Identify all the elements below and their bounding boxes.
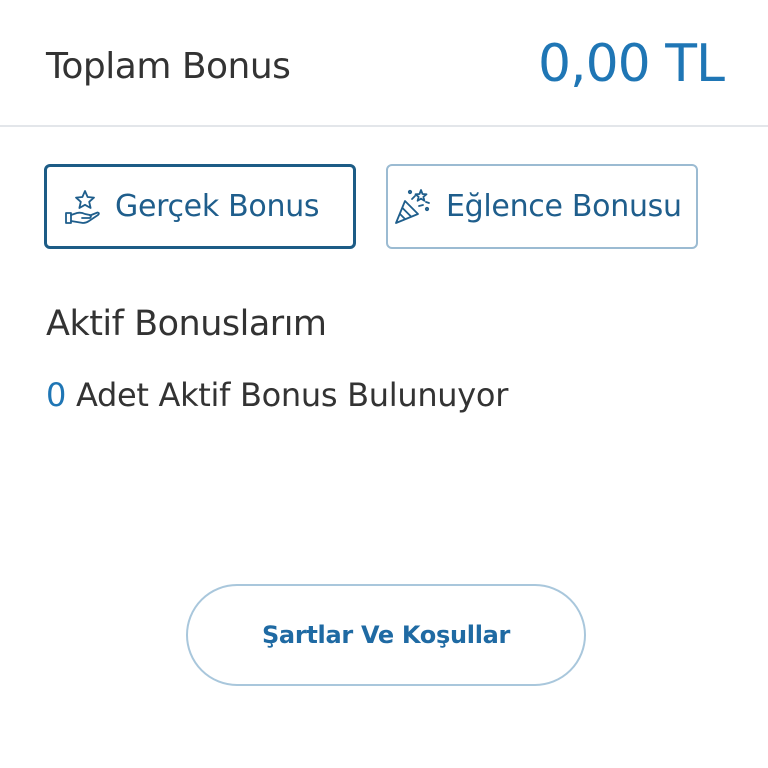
hand-star-icon [63,187,103,227]
total-bonus-header: Toplam Bonus 0,00 TL [0,0,768,127]
active-bonuses-title: Aktif Bonuslarım [46,304,327,344]
tab-fun-bonus-label: Eğlence Bonusu [446,189,682,224]
total-bonus-amount: 0,00 TL [537,34,725,94]
tab-real-bonus[interactable]: Gerçek Bonus [44,164,356,249]
tab-real-bonus-label: Gerçek Bonus [115,189,320,224]
party-popper-icon [392,187,432,227]
active-bonus-count: 0 [46,376,67,414]
terms-and-conditions-button[interactable]: Şartlar Ve Koşullar [186,584,586,686]
active-bonus-count-line: 0 Adet Aktif Bonus Bulunuyor [46,376,508,414]
tab-fun-bonus[interactable]: Eğlence Bonusu [386,164,698,249]
active-bonus-count-text: Adet Aktif Bonus Bulunuyor [75,376,509,414]
terms-button-label: Şartlar Ve Koşullar [261,621,511,649]
total-bonus-title: Toplam Bonus [46,46,291,87]
